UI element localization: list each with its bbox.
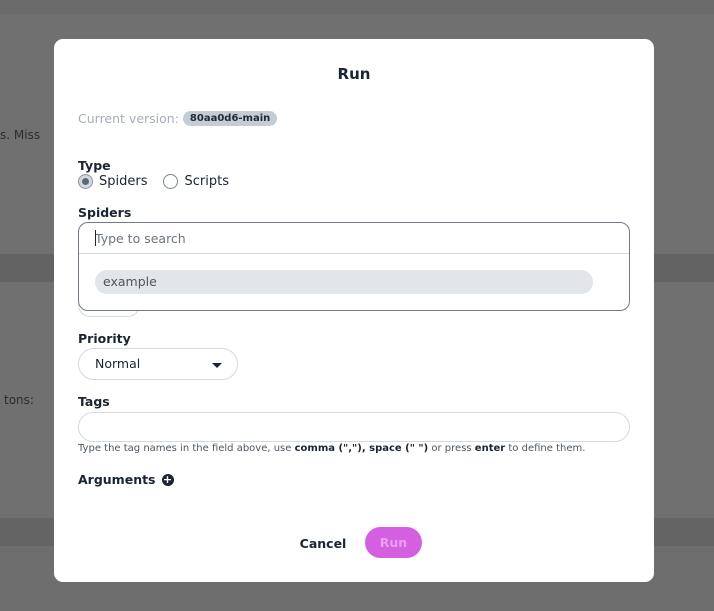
priority-value: Normal — [95, 356, 141, 371]
tags-input[interactable] — [78, 412, 630, 442]
help-text-part: Type the tag names in the field above, u… — [78, 443, 295, 454]
type-radio-group: Spiders Scripts — [78, 174, 245, 189]
cancel-button[interactable]: Cancel — [290, 529, 356, 557]
dialog-title: Run — [337, 65, 371, 83]
current-version-row: Current version: 80aa0d6-main — [78, 111, 278, 126]
run-dialog: Run Current version: 80aa0d6-main Type S… — [54, 39, 654, 582]
radio-dot-icon — [82, 178, 89, 185]
spider-search-input[interactable] — [95, 229, 595, 247]
help-text-enter: enter — [474, 443, 506, 454]
current-version-label: Current version: — [78, 111, 179, 126]
radio-scripts-label[interactable]: Scripts — [184, 174, 228, 189]
help-text-space: space (" ") — [369, 443, 429, 454]
dropdown-divider — [79, 253, 629, 254]
help-text-comma: comma (",") — [294, 443, 362, 454]
version-badge: 80aa0d6-main — [182, 111, 278, 126]
text-cursor — [95, 230, 96, 246]
run-button[interactable]: Run — [365, 527, 422, 558]
radio-spiders-label[interactable]: Spiders — [99, 174, 147, 189]
spiders-search-dropdown: example — [78, 222, 630, 311]
type-label: Type — [78, 158, 111, 173]
radio-scripts[interactable] — [163, 174, 179, 189]
spiders-label: Spiders — [78, 205, 132, 220]
help-text-part: or press — [428, 443, 475, 454]
add-argument-icon[interactable]: + — [161, 473, 174, 486]
chevron-down-icon — [212, 363, 222, 368]
tags-label: Tags — [78, 394, 110, 409]
priority-select[interactable]: Normal — [78, 348, 238, 380]
arguments-label: Arguments — [78, 472, 156, 487]
background-text: tons: — [4, 393, 34, 407]
arguments-row: Arguments + — [78, 472, 174, 487]
background-text: s. Miss — [0, 128, 41, 142]
priority-label: Priority — [78, 331, 131, 346]
help-text-part: to define them. — [505, 443, 586, 454]
spider-option[interactable]: example — [95, 270, 593, 294]
tags-help-text: Type the tag names in the field above, u… — [78, 443, 585, 454]
radio-spiders[interactable] — [78, 174, 93, 189]
